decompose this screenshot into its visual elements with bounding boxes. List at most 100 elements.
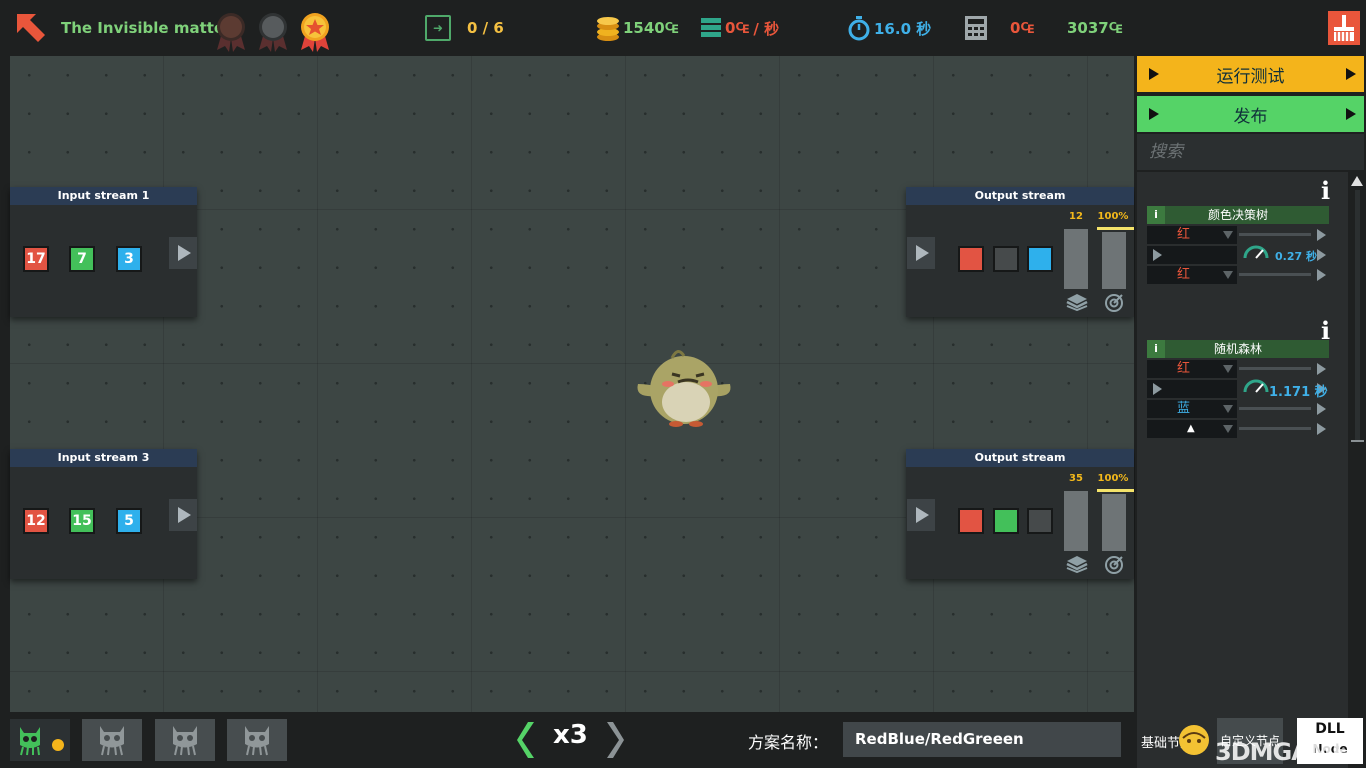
card-info-icon[interactable]: i: [1321, 176, 1330, 205]
input-value: 蓝: [1177, 401, 1191, 416]
node-card-decision-tree[interactable]: i 颜色决策树 红 红 0.27 秒: [1147, 206, 1329, 286]
output-arrow-icon[interactable]: [1317, 249, 1326, 261]
output-count: 35: [1069, 473, 1083, 484]
count-bar: [1064, 491, 1088, 551]
output-arrow-icon[interactable]: [1317, 269, 1326, 281]
bird-mascot-icon: [632, 340, 736, 434]
publish-button[interactable]: 发布: [1137, 96, 1364, 132]
node-tabs: 基础节点 自定义节点 DLL Node 3DMGAME: [1135, 712, 1366, 768]
layers-icon: [1066, 555, 1088, 577]
input-stream-1-node[interactable]: Input stream 1 17 7 3: [10, 187, 197, 317]
input-chip-red: 12: [23, 508, 49, 534]
output-stream-node-2[interactable]: Output stream 35 100%: [906, 449, 1134, 579]
top-bar: The Invisible matter ➜ 0 / 6 1540 ₠ 0 ₠ / …: [0, 0, 1366, 56]
right-panel: 运行测试 发布 搜索 i i 颜色决策树 红 红 0.27 秒 i i 随机森林…: [1135, 56, 1366, 768]
input-dropdown[interactable]: 红: [1147, 266, 1237, 284]
robot-slot-4[interactable]: [227, 719, 287, 761]
calc-cost-value: 0: [1010, 19, 1021, 37]
speed-value: 1.171 秒: [1269, 385, 1328, 400]
output-port-play-icon[interactable]: [169, 237, 197, 269]
clear-broom-button[interactable]: [1328, 0, 1360, 56]
bronze-medal-icon: [213, 10, 249, 54]
input-chip-red: 17: [23, 246, 49, 272]
input-chip-blue: 5: [116, 508, 142, 534]
speed-value: 0.27 秒: [1275, 250, 1317, 263]
output-stream-node-1[interactable]: Output stream 12 100%: [906, 187, 1134, 317]
output-percent: 100%: [1097, 211, 1129, 222]
coins-value: 1540: [623, 19, 665, 37]
expected-chip-green: [993, 508, 1019, 534]
input-chip-green: 7: [69, 246, 95, 272]
node-library[interactable]: i i 颜色决策树 红 红 0.27 秒 i i 随机森林 红 蓝 ▲ 1.17…: [1137, 172, 1348, 768]
card-title: 随机森林: [1213, 342, 1262, 356]
speedometer-icon: [1243, 244, 1269, 264]
count-bar: [1064, 229, 1088, 289]
cost-per-sec-unit: / 秒: [753, 19, 780, 38]
card-badge: i: [1147, 340, 1165, 358]
accuracy-bar-fill: [1097, 489, 1134, 492]
currency-symbol-4: ₠: [1108, 19, 1123, 37]
input-dropdown[interactable]: 蓝: [1147, 400, 1237, 418]
back-arrow-icon[interactable]: [14, 0, 48, 56]
accuracy-bar: [1102, 494, 1126, 551]
input-chip-blue: 3: [116, 246, 142, 272]
input-value: 红: [1177, 267, 1191, 282]
server-icon: [700, 0, 722, 56]
extra-input-dropdown[interactable]: ▲: [1147, 420, 1237, 438]
time-value: 16.0 秒: [874, 19, 932, 38]
card-badge: i: [1147, 206, 1165, 224]
library-scrollbar[interactable]: [1349, 172, 1366, 768]
input-stream-1-title: Input stream 1: [10, 187, 197, 205]
dll-label: DLL: [1315, 721, 1345, 737]
search-input[interactable]: 搜索: [1137, 134, 1364, 170]
output-count: 12: [1069, 211, 1083, 222]
input-stream-3-node[interactable]: Input stream 3 12 15 5: [10, 449, 197, 579]
currency-symbol-3: ₠: [1020, 19, 1035, 37]
robot-slot-3[interactable]: [155, 719, 215, 761]
output-port-play-icon[interactable]: [169, 499, 197, 531]
output-arrow-icon[interactable]: [1317, 423, 1326, 435]
currency-symbol: ₠: [664, 19, 679, 37]
calculator-icon: [964, 0, 988, 56]
output-arrow-icon[interactable]: [1317, 403, 1326, 415]
workspace-canvas[interactable]: [10, 56, 1134, 712]
input-dropdown[interactable]: 红: [1147, 226, 1237, 244]
active-robot-slot[interactable]: [10, 719, 70, 761]
output-percent: 100%: [1097, 473, 1129, 484]
run-test-label: 运行测试: [1216, 66, 1285, 87]
plan-name-input[interactable]: RedBlue/RedGreeen: [843, 722, 1121, 757]
plan-name-label: 方案名称：: [748, 733, 829, 752]
output-arrow-icon[interactable]: [1317, 363, 1326, 375]
input-port-play-icon[interactable]: [907, 499, 935, 531]
stopwatch-icon: [848, 0, 870, 56]
currency-symbol-2: ₠: [735, 19, 750, 37]
speed-down-chevron-icon[interactable]: [516, 721, 536, 759]
run-test-button[interactable]: 运行测试: [1137, 56, 1364, 92]
input-port-arrow-icon: [1153, 249, 1162, 261]
output-arrow-icon[interactable]: [1317, 229, 1326, 241]
silver-medal-icon: [255, 10, 291, 54]
input-port-play-icon[interactable]: [907, 237, 935, 269]
target-icon: [1104, 293, 1124, 317]
input-stream-3-title: Input stream 3: [10, 449, 197, 467]
expected-chip-blue: [1027, 246, 1053, 272]
input-value: 红: [1177, 227, 1191, 242]
card-title: 颜色决策树: [1207, 208, 1268, 222]
extra-input-value: ▲: [1187, 423, 1195, 434]
cost-per-sec-value: 0: [725, 19, 736, 37]
target-icon: [1104, 555, 1124, 579]
watermark-text: 3DMGAME: [1215, 738, 1348, 766]
input-dropdown[interactable]: 红: [1147, 360, 1237, 378]
progress-icon: ➜: [425, 0, 451, 56]
layers-icon: [1066, 293, 1088, 315]
speed-up-chevron-icon[interactable]: [605, 721, 625, 759]
input-value: 红: [1177, 361, 1191, 376]
coins-icon: [595, 0, 621, 56]
node-card-random-forest[interactable]: i 随机森林 红 蓝 ▲ 1.171 秒: [1147, 340, 1329, 440]
level-progress: 0 / 6: [467, 19, 504, 37]
publish-label: 发布: [1233, 106, 1268, 127]
input-chip-green: 15: [69, 508, 95, 534]
expected-chip-gray: [1027, 508, 1053, 534]
robot-slot-2[interactable]: [82, 719, 142, 761]
accuracy-bar: [1102, 232, 1126, 289]
